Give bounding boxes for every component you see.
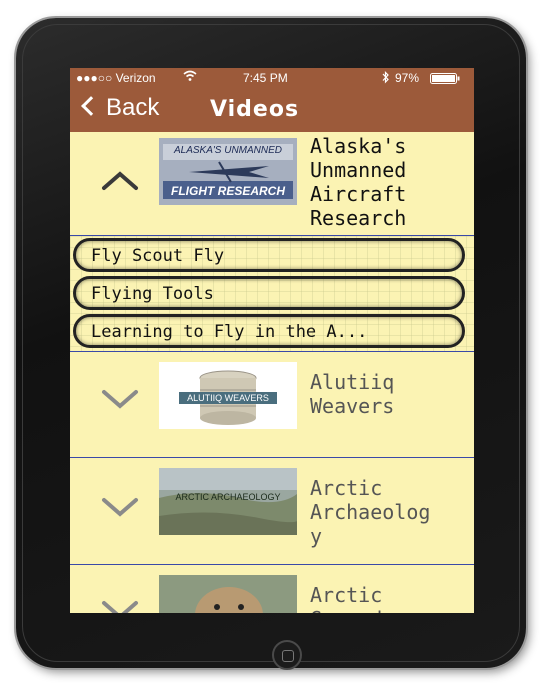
video-thumbnail: ALASKA'S UNMANNED FLIGHT RESEARCH — [159, 138, 297, 205]
episode-item-fly-scout-fly[interactable]: Fly Scout Fly — [73, 238, 465, 272]
chevron-left-icon — [81, 96, 101, 116]
battery-label: 97% — [395, 71, 420, 85]
video-title: Arctic Archaeolog y — [310, 476, 431, 548]
video-row-arctic-archaeology[interactable]: ARCTIC ARCHAEOLOGY Arctic Archaeolog y — [70, 458, 474, 565]
back-button[interactable]: Back — [80, 94, 159, 122]
thumbnail-caption: ARCTIC ARCHAEOLOGY — [175, 492, 281, 502]
nav-bar: Back Videos — [70, 88, 474, 132]
video-row-alaska-unmanned[interactable]: ALASKA'S UNMANNED FLIGHT RESEARCH Alaska… — [70, 132, 474, 236]
chevron-down-icon[interactable] — [100, 388, 140, 410]
chevron-up-icon[interactable] — [100, 170, 140, 192]
app-screen: ●●●○○ Verizon 7:45 PM 97% Back Videos AL… — [70, 68, 474, 613]
status-bar: ●●●○○ Verizon 7:45 PM 97% — [70, 68, 474, 88]
video-list: ALASKA'S UNMANNED FLIGHT RESEARCH Alaska… — [70, 132, 474, 613]
battery-icon — [430, 73, 460, 84]
chevron-down-icon[interactable] — [100, 496, 140, 518]
thumbnail-caption: ALUTIIQ WEAVERS — [187, 393, 269, 403]
episode-item-learning-to-fly[interactable]: Learning to Fly in the A... — [73, 314, 465, 348]
episode-label: Learning to Fly in the A... — [91, 322, 368, 342]
video-title: Arctic Ground — [310, 583, 383, 613]
episode-label: Fly Scout Fly — [91, 246, 225, 266]
video-row-arctic-ground[interactable]: Arctic Ground — [70, 565, 474, 613]
wifi-icon — [183, 70, 197, 82]
back-label: Back — [106, 94, 160, 121]
video-row-alutiiq-weavers[interactable]: ALUTIIQ WEAVERS Alutiiq Weavers — [70, 352, 474, 458]
carrier-label: ●●●○○ Verizon — [76, 71, 156, 85]
chevron-down-icon[interactable] — [100, 599, 140, 613]
video-thumbnail: ALUTIIQ WEAVERS — [159, 362, 297, 429]
page-title: Videos — [210, 97, 300, 122]
bluetooth-icon — [382, 71, 390, 84]
episode-item-flying-tools[interactable]: Flying Tools — [73, 276, 465, 310]
video-thumbnail: ARCTIC ARCHAEOLOGY — [159, 468, 297, 535]
video-title: Alaska's Unmanned Aircraft Research — [310, 134, 407, 230]
video-thumbnail — [159, 575, 297, 613]
video-title: Alutiiq Weavers — [310, 370, 395, 418]
episode-label: Flying Tools — [91, 284, 214, 304]
thumbnail-caption-top: ALASKA'S UNMANNED — [173, 145, 283, 156]
home-button[interactable] — [272, 640, 302, 670]
episode-list: Fly Scout Fly Flying Tools Learning to F… — [70, 236, 474, 352]
clock: 7:45 PM — [243, 71, 288, 85]
thumbnail-caption-bottom: FLIGHT RESEARCH — [171, 184, 285, 198]
